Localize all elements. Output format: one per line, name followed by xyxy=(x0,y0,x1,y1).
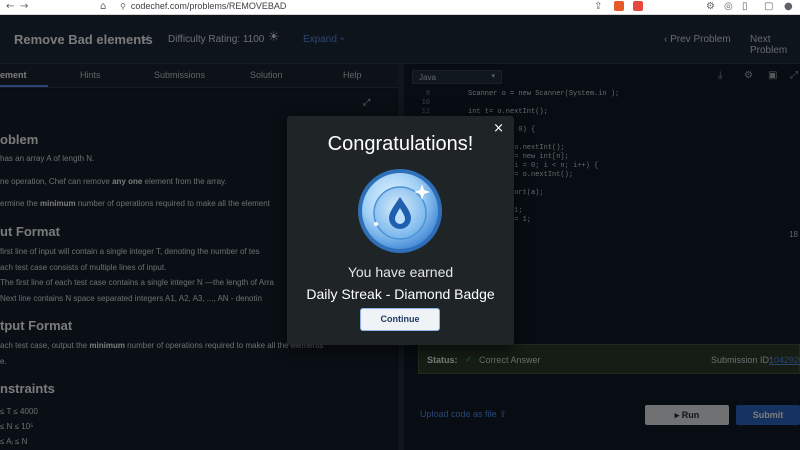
settings-icon[interactable]: ⚙ xyxy=(744,70,753,81)
constraint-2: ≤ N ≤ 10⁵ xyxy=(0,422,34,431)
extensions-icon[interactable]: ⚙ xyxy=(706,1,715,12)
problem-line-3: ermine the minimum number of operations … xyxy=(0,199,270,208)
theme-toggle-icon[interactable]: ☀ xyxy=(268,30,280,45)
output-line-2: e. xyxy=(0,357,7,366)
run-button[interactable]: ▸ Run xyxy=(645,405,729,425)
congratulations-modal: × Congratulations! You have earned Daily… xyxy=(287,116,514,345)
status-label: Status: xyxy=(427,355,458,365)
bookmark-icon[interactable]: ⌂ xyxy=(100,1,106,12)
share-icon[interactable]: ⇪ xyxy=(594,1,602,12)
brave-shield-icon[interactable] xyxy=(614,1,624,11)
url-text: codechef.com/problems/REMOVEBAD xyxy=(130,1,287,11)
tab-solution[interactable]: Solution xyxy=(250,70,283,80)
section-input-format: ut Format xyxy=(0,224,60,239)
prev-label: Prev Problem xyxy=(670,34,731,45)
problem-line-1: has an array A of length N. xyxy=(0,154,95,163)
tab-help[interactable]: Help xyxy=(343,70,362,80)
problem-tabs: ement Hints Submissions Solution Help xyxy=(0,64,400,88)
language-value: Java xyxy=(419,73,436,82)
text-part: ne operation, Chef can remove xyxy=(0,177,113,186)
submission-id-label: Submission ID: xyxy=(711,355,772,365)
submission-status-bar: Status: ✓ Correct Answer Submission ID: … xyxy=(418,344,800,374)
submit-button[interactable]: Submit xyxy=(736,405,800,425)
constraint-3: ≤ Aᵢ ≤ N xyxy=(0,437,28,446)
back-icon[interactable]: ← xyxy=(6,1,14,12)
expand-button[interactable]: Expand xyxy=(303,34,337,45)
problem-header: Remove Bad elements ✓ Difficulty Rating:… xyxy=(0,15,800,64)
rewards-icon[interactable] xyxy=(633,1,643,11)
browser-toolbar: ← → ⌂ ⚲ codechef.com/problems/REMOVEBAD ⇪… xyxy=(0,0,800,15)
difficulty-rating: Difficulty Rating: 1100 xyxy=(168,34,265,45)
input-line-4: Next line contains N space separated int… xyxy=(0,294,262,303)
line-number: 10 xyxy=(421,99,430,107)
constraint-1: ≤ T ≤ 4000 xyxy=(0,407,38,416)
upload-icon: ⇪ xyxy=(499,409,507,419)
upload-code-link[interactable]: Upload code as file ⇪ xyxy=(420,409,507,420)
text-part: ermine the xyxy=(0,199,41,208)
tab-statement[interactable]: ement xyxy=(0,70,27,80)
upload-label: Upload code as file xyxy=(420,409,497,419)
profile-icon[interactable]: ● xyxy=(784,1,793,12)
problem-title: Remove Bad elements xyxy=(14,32,153,47)
text-part: element from the array. xyxy=(142,177,227,186)
editor-side-value: 18 xyxy=(789,230,798,239)
earned-text: You have earned xyxy=(347,264,454,280)
badge-name: Daily Streak - Diamond Badge xyxy=(306,286,495,302)
fullscreen-icon[interactable]: ⤢ xyxy=(790,70,798,81)
chevron-down-icon[interactable]: ⌄ xyxy=(338,32,346,43)
text-part: ach test case, output the xyxy=(0,341,90,350)
sidebar-icon[interactable]: ▯ xyxy=(742,1,748,12)
modal-title: Congratulations! xyxy=(327,133,474,155)
submission-id-link[interactable]: 1042920 xyxy=(769,355,800,365)
forward-icon[interactable]: → xyxy=(20,1,28,12)
save-icon[interactable]: ▣ xyxy=(768,70,777,81)
problem-line-2: ne operation, Chef can remove any one el… xyxy=(0,177,227,186)
solved-check-icon: ✓ xyxy=(142,33,152,45)
play-icon: ▸ xyxy=(674,410,680,420)
section-problem: oblem xyxy=(0,132,39,147)
fullscreen-icon[interactable]: ⤢ xyxy=(363,97,370,108)
run-label: Run xyxy=(681,410,700,420)
next-problem-link[interactable]: Next Problem xyxy=(750,34,800,56)
line-numbers: 9 10 11 xyxy=(404,90,430,117)
site-info-icon[interactable]: ⚲ xyxy=(120,2,126,11)
active-tab-indicator xyxy=(0,85,48,87)
line-number: 9 xyxy=(425,90,430,98)
text-bold: minimum xyxy=(40,199,76,208)
input-line-1: first line of input will contain a singl… xyxy=(0,247,260,256)
chevron-down-icon: ▾ xyxy=(491,73,495,80)
text-bold: any one xyxy=(112,177,143,186)
wallet-icon[interactable]: ◎ xyxy=(724,1,733,12)
input-line-3: The first line of each test case contain… xyxy=(0,278,274,287)
address-bar[interactable]: ⚲ codechef.com/problems/REMOVEBAD xyxy=(120,0,590,14)
section-output-format: tput Format xyxy=(0,318,73,333)
status-value: Correct Answer xyxy=(479,355,541,365)
tab-search-icon[interactable]: ▢ xyxy=(764,1,773,12)
tab-submissions[interactable]: Submissions xyxy=(154,70,205,80)
diamond-badge-icon xyxy=(358,169,442,253)
prev-problem-link[interactable]: ‹ Prev Problem xyxy=(664,34,731,45)
text-part: number of operations required to make al… xyxy=(75,199,270,208)
tab-hints[interactable]: Hints xyxy=(80,70,101,80)
download-icon[interactable]: ⤓ xyxy=(718,70,722,81)
text-bold: minimum xyxy=(89,341,125,350)
check-icon: ✓ xyxy=(465,354,473,364)
continue-button[interactable]: Continue xyxy=(360,308,440,331)
output-line-1: ach test case, output the minimum number… xyxy=(0,341,323,350)
section-constraints: nstraints xyxy=(0,381,55,396)
language-select[interactable]: Java ▾ xyxy=(412,70,502,84)
input-line-2: ach test case consists of multiple lines… xyxy=(0,263,167,272)
